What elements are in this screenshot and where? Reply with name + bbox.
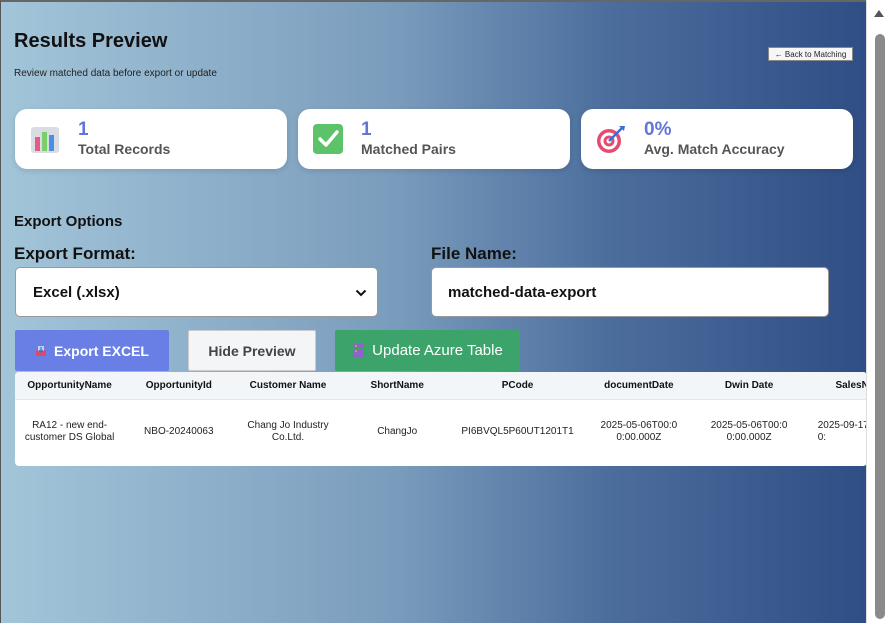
results-preview-page: Results Preview Review matched data befo… bbox=[0, 0, 866, 623]
file-name-input[interactable]: matched-data-export bbox=[431, 267, 829, 317]
total-records-value: 1 bbox=[78, 119, 89, 140]
export-excel-button[interactable]: Export EXCEL bbox=[15, 330, 169, 371]
column-header: ShortName bbox=[342, 372, 452, 400]
page-title: Results Preview bbox=[14, 30, 168, 52]
export-format-select[interactable]: Excel (.xlsx) bbox=[15, 267, 378, 317]
bar-chart-icon bbox=[29, 123, 61, 155]
back-to-matching-button[interactable]: ← Back to Matching bbox=[768, 47, 853, 61]
table-cell: 2025-05-06T00:00:00.000Z bbox=[600, 419, 678, 443]
column-header: OpportunityName bbox=[15, 372, 125, 400]
check-mark-icon bbox=[312, 123, 344, 155]
page-subtitle: Review matched data before export or upd… bbox=[14, 68, 217, 79]
vertical-scrollbar[interactable] bbox=[866, 0, 886, 623]
scrollbar-thumb[interactable] bbox=[875, 34, 885, 619]
inbox-tray-icon bbox=[35, 345, 47, 357]
table-cell: PI6BVQL5P60UT1201T1 bbox=[461, 425, 574, 437]
table-row: RA12 - new end-customer DS Global NBO-20… bbox=[15, 399, 866, 464]
target-icon bbox=[595, 123, 627, 155]
stat-card-match-accuracy: 0% Avg. Match Accuracy bbox=[581, 109, 853, 169]
update-azure-table-button[interactable]: Update Azure Table bbox=[335, 330, 520, 371]
export-excel-label: Export EXCEL bbox=[54, 342, 149, 359]
table-header-row: OpportunityName OpportunityId Customer N… bbox=[15, 372, 866, 400]
stat-card-matched-pairs: 1 Matched Pairs bbox=[298, 109, 570, 169]
file-name-label: File Name: bbox=[431, 244, 517, 263]
table-cell: NBO-20240063 bbox=[144, 425, 214, 437]
table-cell: ChangJo bbox=[377, 425, 418, 437]
column-header: SalesNam bbox=[803, 372, 866, 400]
chevron-down-icon bbox=[355, 284, 367, 301]
export-format-label: Export Format: bbox=[14, 244, 136, 263]
table-cell: RA12 - new end-customer DS Global bbox=[24, 419, 115, 443]
table-cell: 2025-09-17T07:00: bbox=[817, 419, 866, 443]
preview-table: OpportunityName OpportunityId Customer N… bbox=[15, 372, 866, 466]
column-header: documentDate bbox=[583, 372, 695, 400]
column-header: PCode bbox=[451, 372, 584, 400]
match-accuracy-label: Avg. Match Accuracy bbox=[644, 141, 785, 157]
table-cell: Chang Jo Industry Co.Ltd. bbox=[247, 419, 329, 443]
scroll-up-arrow-icon[interactable] bbox=[873, 6, 885, 18]
match-accuracy-value: 0% bbox=[644, 119, 672, 140]
database-icon bbox=[352, 343, 365, 358]
column-header: Dwin Date bbox=[694, 372, 804, 400]
column-header: OpportunityId bbox=[124, 372, 234, 400]
stat-card-total-records: 1 Total Records bbox=[15, 109, 287, 169]
matched-pairs-label: Matched Pairs bbox=[361, 141, 456, 157]
column-header: Customer Name bbox=[233, 372, 343, 400]
update-azure-table-label: Update Azure Table bbox=[372, 342, 503, 359]
hide-preview-button[interactable]: Hide Preview bbox=[188, 330, 316, 371]
matched-pairs-value: 1 bbox=[361, 119, 372, 140]
total-records-label: Total Records bbox=[78, 141, 171, 157]
export-options-heading: Export Options bbox=[14, 213, 123, 230]
export-format-value: Excel (.xlsx) bbox=[33, 283, 120, 301]
table-cell: 2025-05-06T00:00:00.000Z bbox=[710, 419, 788, 443]
